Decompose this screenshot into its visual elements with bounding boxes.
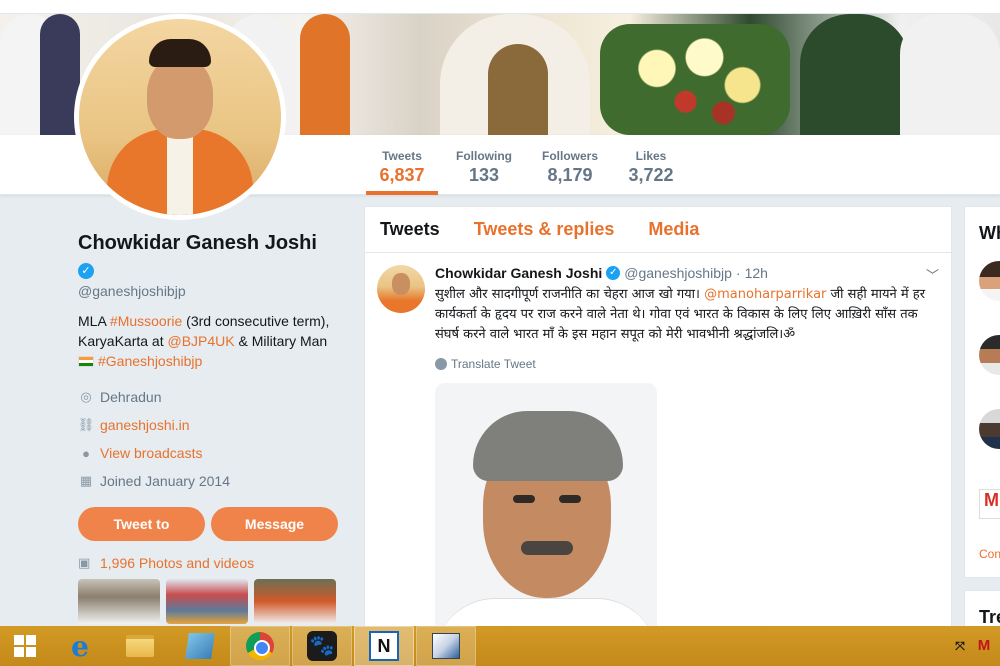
stat-following[interactable]: Following 133	[448, 135, 520, 195]
folder-icon	[126, 635, 154, 657]
who-to-follow-heading: Wh	[979, 223, 1000, 243]
view-broadcasts-link[interactable]: View broadcasts	[100, 445, 202, 461]
verified-badge-icon: ✓	[78, 263, 94, 279]
mention-bjp4uk-link[interactable]: @BJP4UK	[168, 333, 235, 349]
tweet-author-name[interactable]: Chowkidar Ganesh Joshi	[435, 265, 602, 281]
tweet-media-image[interactable]	[435, 383, 657, 635]
n-app-icon: N	[369, 631, 399, 661]
hashtag-ganeshjoshibjp-link[interactable]: #Ganeshjoshibjp	[98, 353, 202, 369]
location-pin-icon: ◎	[80, 389, 92, 404]
windows-taskbar: e 🐾 N ⤧ M	[0, 626, 1000, 666]
stat-likes-label: Likes	[635, 149, 667, 163]
website-link[interactable]: ganeshjoshi.in	[100, 417, 190, 433]
broadcasts-row: ● View broadcasts	[78, 439, 350, 467]
paint-icon	[432, 633, 460, 659]
tweet-timestamp[interactable]: 12h	[745, 265, 768, 281]
windows-logo-icon	[14, 635, 36, 657]
location-row: ◎ Dehradun	[78, 383, 350, 411]
stat-followers-value: 8,179	[547, 165, 593, 185]
connect-link[interactable]: Con	[979, 547, 1000, 561]
tweet-author-handle[interactable]: @ganeshjoshibjp	[624, 265, 732, 281]
broadcast-pin-icon: ●	[82, 445, 90, 461]
stat-followers[interactable]: Followers 8,179	[534, 135, 606, 195]
message-button[interactable]: Message	[211, 507, 338, 541]
system-tray: ⤧ M	[952, 638, 1000, 654]
timeline-tabs: Tweets Tweets & replies Media	[365, 207, 951, 253]
paw-app-button[interactable]: 🐾	[292, 626, 352, 666]
photo-thumbnail[interactable]	[166, 579, 248, 624]
stat-tweets-value: 6,837	[379, 165, 425, 185]
start-button[interactable]	[0, 626, 50, 666]
joined-row: ▦ Joined January 2014	[78, 467, 350, 495]
stat-likes-value: 3,722	[628, 165, 674, 185]
top-nav-bar	[0, 0, 1000, 14]
joined-text: Joined January 2014	[100, 473, 230, 489]
network-icon[interactable]: ⤧	[952, 638, 968, 654]
paint-button[interactable]	[416, 626, 476, 666]
tweet-timeline: Tweets Tweets & replies Media Chowkidar …	[364, 206, 952, 636]
n-app-button[interactable]: N	[354, 626, 414, 666]
profile-handle[interactable]: @ganeshjoshibjp	[78, 283, 350, 299]
file-explorer-button[interactable]	[110, 626, 170, 666]
tweet-text-part: सुशील और सादगीपूर्ण राजनीति का चेहरा आज …	[435, 287, 705, 302]
hashtag-mussoorie-link[interactable]: #Mussoorie	[110, 313, 182, 329]
suggested-user-avatar[interactable]	[979, 409, 1000, 449]
notepad-icon	[185, 633, 215, 659]
stat-likes[interactable]: Likes 3,722	[620, 135, 682, 195]
bio-text: & Military Man	[234, 333, 328, 349]
tab-media[interactable]: Media	[648, 219, 699, 240]
verified-badge-icon: ✓	[606, 266, 621, 280]
link-icon: ⛓	[77, 417, 95, 432]
bio-text: (3rd consecutive term),	[182, 313, 330, 329]
mcafee-icon[interactable]: M	[976, 638, 992, 654]
photo-thumbnail[interactable]	[254, 579, 336, 624]
stat-following-value: 133	[468, 165, 500, 185]
globe-icon	[435, 358, 447, 370]
separator-dot: ·	[735, 265, 741, 281]
photo-thumbnail[interactable]	[78, 579, 160, 624]
tweet-item[interactable]: Chowkidar Ganesh Joshi ✓ @ganeshjoshibjp…	[365, 253, 951, 635]
india-flag-icon	[78, 356, 94, 367]
tweet-to-button[interactable]: Tweet to	[78, 507, 205, 541]
photos-videos-link[interactable]: 1,996 Photos and videos	[100, 555, 254, 571]
suggested-user-avatar[interactable]	[979, 335, 1000, 375]
website-row: ⛓ ganeshjoshi.in	[78, 411, 350, 439]
trends-heading: Tre	[979, 607, 1000, 627]
translate-tweet-link[interactable]: Translate Tweet	[451, 357, 536, 371]
bio-text: KaryaKarta at	[78, 333, 168, 349]
bio-text: MLA	[78, 313, 110, 329]
tweet-text: सुशील और सादगीपूर्ण राजनीति का चेहरा आज …	[435, 285, 936, 345]
profile-actions: Tweet to Message	[78, 507, 350, 541]
stat-followers-label: Followers	[541, 149, 598, 163]
internet-explorer-button[interactable]: e	[50, 626, 110, 666]
stat-tweets-label: Tweets	[382, 149, 422, 163]
profile-bio: MLA #Mussoorie (3rd consecutive term), K…	[78, 311, 350, 371]
profile-avatar[interactable]	[74, 14, 286, 220]
chrome-button[interactable]	[230, 626, 290, 666]
chevron-down-icon[interactable]: ﹀	[926, 265, 939, 284]
paw-icon: 🐾	[307, 631, 337, 661]
profile-meta: ◎ Dehradun ⛓ ganeshjoshi.in ● View broad…	[78, 383, 350, 495]
tab-tweets-replies[interactable]: Tweets & replies	[474, 219, 615, 240]
tweet-author-avatar[interactable]	[377, 265, 425, 313]
photos-videos-row: ▣ 1,996 Photos and videos	[78, 555, 350, 571]
image-icon: ▣	[78, 555, 91, 570]
photo-thumbnails	[78, 579, 350, 624]
tab-tweets[interactable]: Tweets	[380, 219, 440, 240]
chrome-icon	[246, 632, 274, 660]
suggested-user-avatar[interactable]	[979, 261, 1000, 301]
mention-manoharparrikar-link[interactable]: @manoharparrikar	[704, 287, 826, 302]
stat-tweets[interactable]: Tweets 6,837	[366, 135, 438, 195]
stat-following-label: Following	[456, 149, 512, 163]
translate-tweet-row: Translate Tweet	[435, 357, 936, 371]
internet-explorer-icon: e	[71, 629, 89, 663]
calendar-icon: ▦	[79, 473, 93, 488]
tweet-header: Chowkidar Ganesh Joshi ✓ @ganeshjoshibjp…	[435, 263, 936, 283]
who-to-follow-card: Wh M Con	[964, 206, 1000, 578]
location-text: Dehradun	[100, 389, 162, 405]
profile-sidebar: Chowkidar Ganesh Joshi ✓ @ganeshjoshibjp…	[78, 232, 350, 624]
profile-name[interactable]: Chowkidar Ganesh Joshi	[78, 232, 350, 255]
notepad-button[interactable]	[170, 626, 230, 666]
gmail-icon[interactable]: M	[979, 489, 1000, 519]
